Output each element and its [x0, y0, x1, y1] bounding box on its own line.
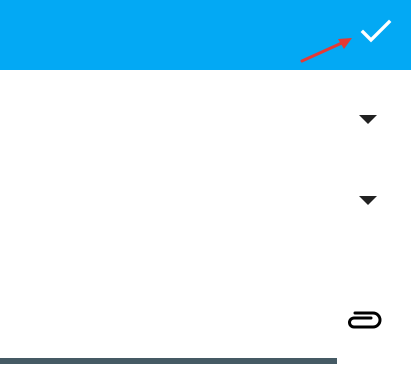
- paperclip-icon: [348, 311, 382, 329]
- caret-down-icon: [359, 115, 377, 124]
- screen: [0, 0, 411, 392]
- confirm-button[interactable]: [349, 8, 403, 54]
- check-icon: [360, 19, 392, 43]
- red-arrow-icon: [300, 38, 352, 63]
- progress-bar: [0, 358, 411, 364]
- app-toolbar: [0, 0, 411, 70]
- dropdown-field-1[interactable]: [0, 90, 411, 150]
- progress-fill: [0, 358, 338, 364]
- dropdown-trigger-2[interactable]: [353, 189, 383, 213]
- dropdown-field-2[interactable]: [0, 171, 411, 231]
- dropdown-trigger-1[interactable]: [353, 108, 383, 132]
- attach-file-button[interactable]: [338, 300, 390, 340]
- caret-down-icon: [359, 196, 377, 205]
